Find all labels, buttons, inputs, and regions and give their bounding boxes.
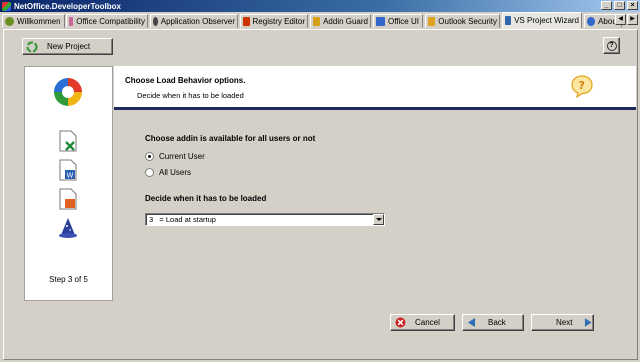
tab-label: Addin Guard [323,16,368,26]
load-behavior-label: Decide when it has to be loaded [145,194,267,203]
load-behavior-select[interactable]: 3 = Load at startup [145,213,385,226]
back-label: Back [488,318,506,327]
step-caption: Step 3 of 5 [49,275,88,284]
maximize-button[interactable]: □ [614,1,625,10]
question-bubble-icon: ? [571,75,593,98]
tab-application-observer[interactable]: Application Observer [150,14,238,28]
registry-icon [243,16,250,26]
svg-text:?: ? [579,79,585,92]
tab-registry-editor[interactable]: Registry Editor [240,14,308,28]
outlook-security-icon [428,16,436,26]
tab-label: Office Compatibility [76,16,145,26]
about-icon [587,16,596,26]
next-label: Next [556,318,573,327]
tab-office-compatibility[interactable]: Office Compatibility [66,14,148,28]
window-title: NetOffice.DeveloperToolbox [14,1,121,11]
recycle-icon [26,40,38,53]
wizard-header: Choose Load Behavior options. Decide whe… [114,66,636,107]
window-title-bar[interactable]: NetOffice.DeveloperToolbox _ □ × [0,0,640,12]
arrow-left-icon [468,318,475,327]
guard-icon [313,16,321,26]
tab-addin-guard[interactable]: Addin Guard [310,14,371,28]
tab-scroll-left-button[interactable]: ◀ [615,14,626,25]
minimize-button[interactable]: _ [601,1,612,10]
radio-all-users-label: All Users [159,168,192,177]
tab-vs-project-wizard[interactable]: VS Project Wizard [502,12,582,29]
tab-scroll-right-button[interactable]: ▶ [627,14,638,25]
office-ui-icon [376,16,385,26]
chevron-down-icon[interactable] [373,214,384,225]
back-button[interactable]: Back [462,314,524,331]
close-button[interactable]: × [627,1,638,10]
new-project-button[interactable]: New Project [22,38,113,55]
header-divider [114,107,636,110]
tab-label: Registry Editor [252,16,305,26]
tab-label: Outlook Security [438,16,497,26]
excel-document-icon [59,130,77,152]
app-logo-icon [2,1,11,11]
arrow-right-icon [585,318,593,327]
wizard-icon [505,16,512,25]
radio-button[interactable] [145,168,154,177]
tab-office-ui[interactable]: Office UI [373,14,423,28]
step-panel: W Step 3 of 5 [24,66,113,301]
new-project-label: New Project [47,42,91,51]
help-button[interactable]: ? [603,37,620,54]
radio-button[interactable] [145,152,154,161]
tab-strip: Willkommen Office Compatibility Applicat… [0,12,640,29]
radio-current-user-label: Current User [159,152,205,161]
cancel-label: Cancel [415,318,440,327]
cancel-button[interactable]: Cancel [390,314,455,331]
radio-all-users[interactable]: All Users [145,168,191,177]
page-title: Choose Load Behavior options. [125,76,246,85]
wizard-hat-icon [59,218,77,238]
powerpoint-document-icon [59,188,77,210]
office-logo-icon [54,78,82,106]
tab-label: Application Observer [160,16,235,26]
welcome-icon [5,16,14,26]
compatibility-icon [69,16,74,26]
availability-label: Choose addin is available for all users … [145,134,316,143]
next-button[interactable]: Next [531,314,594,331]
tab-label: VS Project Wizard [514,16,579,25]
word-document-icon: W [59,159,77,181]
tab-outlook-security[interactable]: Outlook Security [425,14,500,28]
radio-current-user[interactable]: Current User [145,152,205,161]
help-icon: ? [606,40,617,51]
observer-icon [153,16,158,26]
tab-label: Willkommen [17,16,61,26]
load-behavior-value: 3 = Load at startup [149,215,216,224]
cancel-icon [395,317,406,328]
tab-willkommen[interactable]: Willkommen [2,14,65,28]
page-subtitle: Decide when it has to be loaded [137,91,244,100]
svg-text:W: W [67,172,74,180]
tab-label: Office UI [388,16,419,26]
